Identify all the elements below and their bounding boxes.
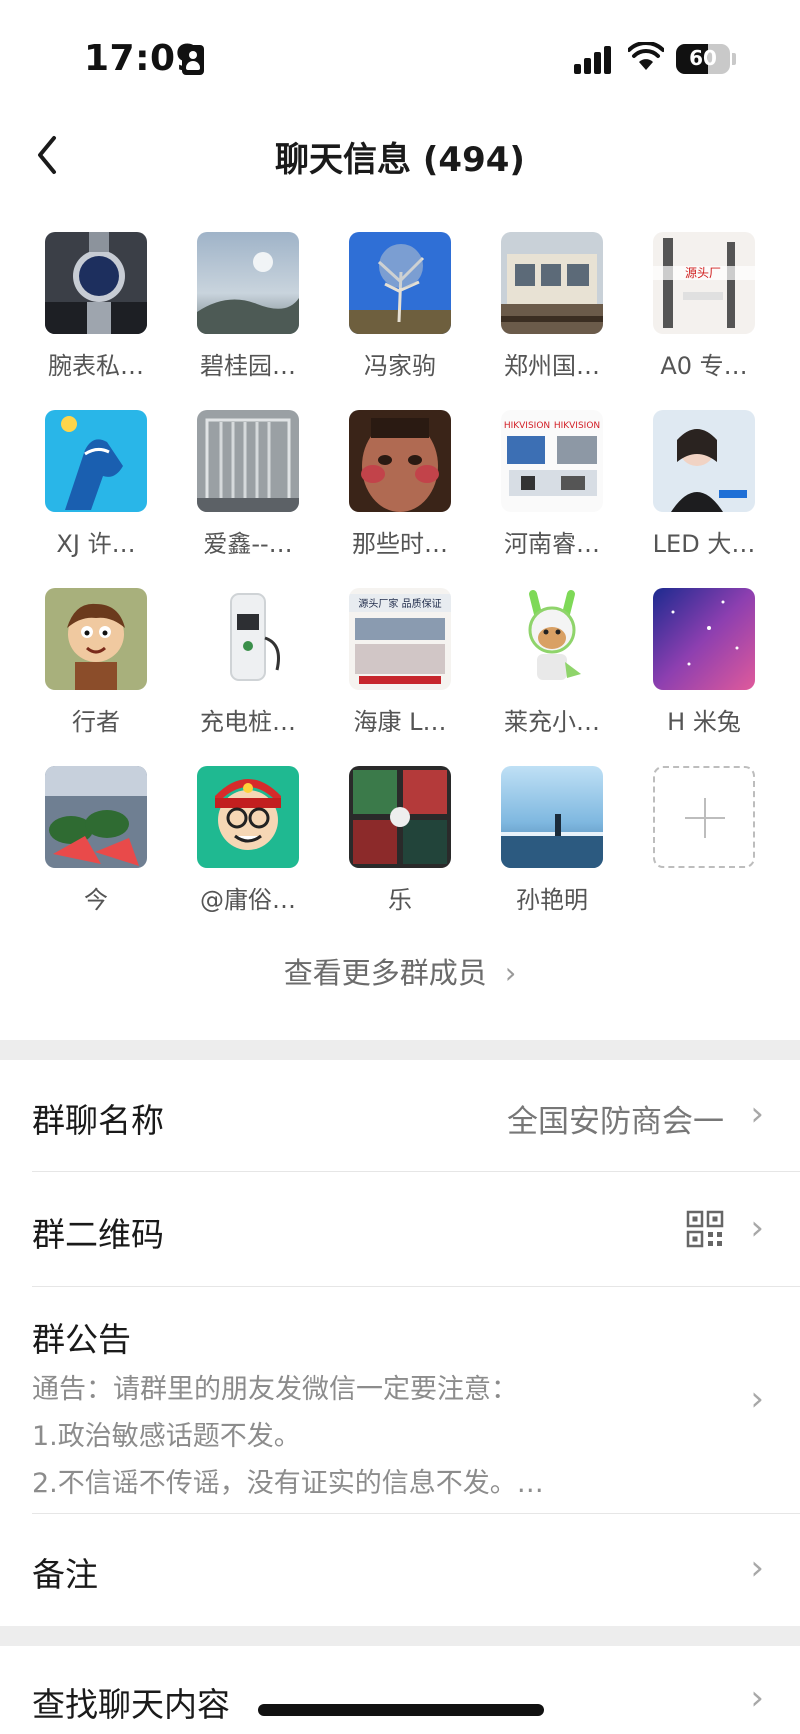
member-item[interactable]: 郑州国…	[471, 228, 621, 388]
group-qr-code-label: 群二维码	[32, 1215, 164, 1254]
svg-text:源头厂家 品质保证: 源头厂家 品质保证	[358, 597, 441, 610]
remark-row[interactable]: 备注 ›	[0, 1514, 800, 1626]
member-avatar	[349, 410, 451, 512]
member-name: 孙艳明	[516, 886, 588, 914]
member-avatar: 源头厂家 品质保证	[349, 588, 451, 690]
member-avatar	[45, 232, 147, 334]
member-name: A0 专…	[660, 352, 748, 380]
qr-code-icon	[686, 1210, 724, 1248]
search-chat-content-row[interactable]: 查找聊天内容 ›	[0, 1646, 800, 1734]
chevron-right-icon: ›	[750, 1208, 764, 1248]
member-item[interactable]: 碧桂园…	[167, 228, 317, 388]
member-avatar	[45, 588, 147, 690]
chevron-right-icon: ›	[750, 1548, 764, 1588]
member-name: 腕表私…	[48, 352, 144, 380]
battery-level: 60	[689, 46, 717, 70]
member-avatar	[501, 588, 603, 690]
member-item[interactable]: 爱鑫--…	[167, 406, 317, 566]
announcement-text-line: 通告：请群里的朋友发微信一定要注意：	[32, 1374, 518, 1405]
status-bar: 17:09 60	[0, 0, 800, 110]
group-name-value: 全国安防商会一	[507, 1104, 724, 1140]
member-name: 行者	[72, 708, 120, 736]
member-name: H 米兔	[667, 708, 741, 736]
member-name: 乐	[388, 886, 412, 914]
member-item[interactable]: 行者	[15, 584, 165, 744]
focus-person-icon	[182, 45, 204, 75]
member-name: XJ 许…	[56, 530, 136, 558]
add-member-button[interactable]	[653, 766, 755, 868]
member-name: 今	[84, 886, 108, 914]
member-avatar	[197, 766, 299, 868]
group-announcement-row[interactable]: 群公告 通告：请群里的朋友发微信一定要注意： 1.政治敏感话题不发。 2.不信谣…	[0, 1287, 800, 1513]
member-name: 冯家驹	[364, 352, 436, 380]
member-avatar	[501, 232, 603, 334]
member-avatar	[197, 588, 299, 690]
member-item[interactable]: HIKVISION HIKVISION 河南睿…	[471, 406, 621, 566]
member-item[interactable]: @庸俗…	[167, 762, 317, 922]
group-name-label: 群聊名称	[32, 1101, 164, 1140]
member-item[interactable]: 孙艳明	[471, 762, 621, 922]
view-more-label: 查看更多群成员	[283, 956, 487, 990]
announcement-text-line: 2.不信谣不传谣，没有证实的信息不发。…	[32, 1468, 544, 1499]
member-item[interactable]: 莱充小…	[471, 584, 621, 744]
member-item[interactable]: 源头厂 A0 专…	[623, 228, 773, 388]
svg-text:HIKVISION: HIKVISION	[504, 421, 550, 431]
member-item[interactable]: 今	[15, 762, 165, 922]
group-announcement-label: 群公告	[32, 1320, 131, 1359]
member-avatar	[349, 766, 451, 868]
member-avatar	[197, 232, 299, 334]
page-title: 聊天信息 (494)	[275, 140, 525, 180]
member-avatar: 源头厂	[653, 232, 755, 334]
group-name-row[interactable]: 群聊名称 全国安防商会一 ›	[0, 1060, 800, 1172]
home-indicator[interactable]	[258, 1704, 544, 1716]
member-name: 碧桂园…	[200, 352, 296, 380]
member-avatar	[197, 410, 299, 512]
add-member-item[interactable]	[623, 762, 773, 922]
member-name: @庸俗…	[200, 886, 296, 914]
member-item[interactable]: 源头厂家 品质保证 海康 L…	[319, 584, 469, 744]
member-name: 那些时…	[352, 530, 448, 558]
chevron-right-icon: ›	[750, 1379, 764, 1419]
member-name: 爱鑫--…	[203, 530, 293, 558]
member-avatar	[653, 588, 755, 690]
member-item[interactable]: 乐	[319, 762, 469, 922]
section-separator	[0, 1626, 800, 1646]
cellular-signal-icon	[574, 46, 614, 74]
view-more-members-link[interactable]: 查看更多群成员 ›	[0, 950, 800, 992]
member-name: 充电桩…	[200, 708, 296, 736]
member-item[interactable]: 那些时…	[319, 406, 469, 566]
svg-text:HIKVISION: HIKVISION	[554, 421, 600, 431]
wifi-icon	[628, 42, 664, 70]
member-avatar	[349, 232, 451, 334]
member-avatar	[501, 766, 603, 868]
member-avatar: HIKVISION HIKVISION	[501, 410, 603, 512]
member-item[interactable]: 腕表私…	[15, 228, 165, 388]
member-item[interactable]: LED 大…	[623, 406, 773, 566]
member-avatar	[653, 410, 755, 512]
chevron-right-icon: ›	[504, 956, 517, 990]
section-separator	[0, 1040, 800, 1060]
remark-label: 备注	[32, 1555, 98, 1594]
nav-bar: 聊天信息 (494)	[0, 110, 800, 200]
member-item[interactable]: XJ 许…	[15, 406, 165, 566]
member-avatar	[45, 410, 147, 512]
chevron-right-icon: ›	[750, 1678, 764, 1718]
member-name: 海康 L…	[353, 708, 447, 736]
member-item[interactable]: 冯家驹	[319, 228, 469, 388]
group-qr-code-row[interactable]: 群二维码 ›	[0, 1172, 800, 1286]
member-name: 莱充小…	[504, 708, 600, 736]
member-name: 河南睿…	[504, 530, 600, 558]
member-item[interactable]: 充电桩…	[167, 584, 317, 744]
search-chat-content-label: 查找聊天内容	[32, 1685, 230, 1724]
member-name: LED 大…	[652, 530, 756, 558]
chat-info-screen: 17:09 60 聊天信息 (494) 腕表私… 碧桂园… 冯家驹 郑州国… 源…	[0, 0, 800, 1734]
member-item[interactable]: H 米兔	[623, 584, 773, 744]
chevron-right-icon: ›	[750, 1094, 764, 1134]
battery-cap	[732, 53, 736, 65]
svg-text:源头厂: 源头厂	[685, 266, 721, 280]
member-avatar	[45, 766, 147, 868]
announcement-text-line: 1.政治敏感话题不发。	[32, 1421, 301, 1452]
member-name: 郑州国…	[504, 352, 600, 380]
battery-icon: 60	[676, 44, 730, 74]
